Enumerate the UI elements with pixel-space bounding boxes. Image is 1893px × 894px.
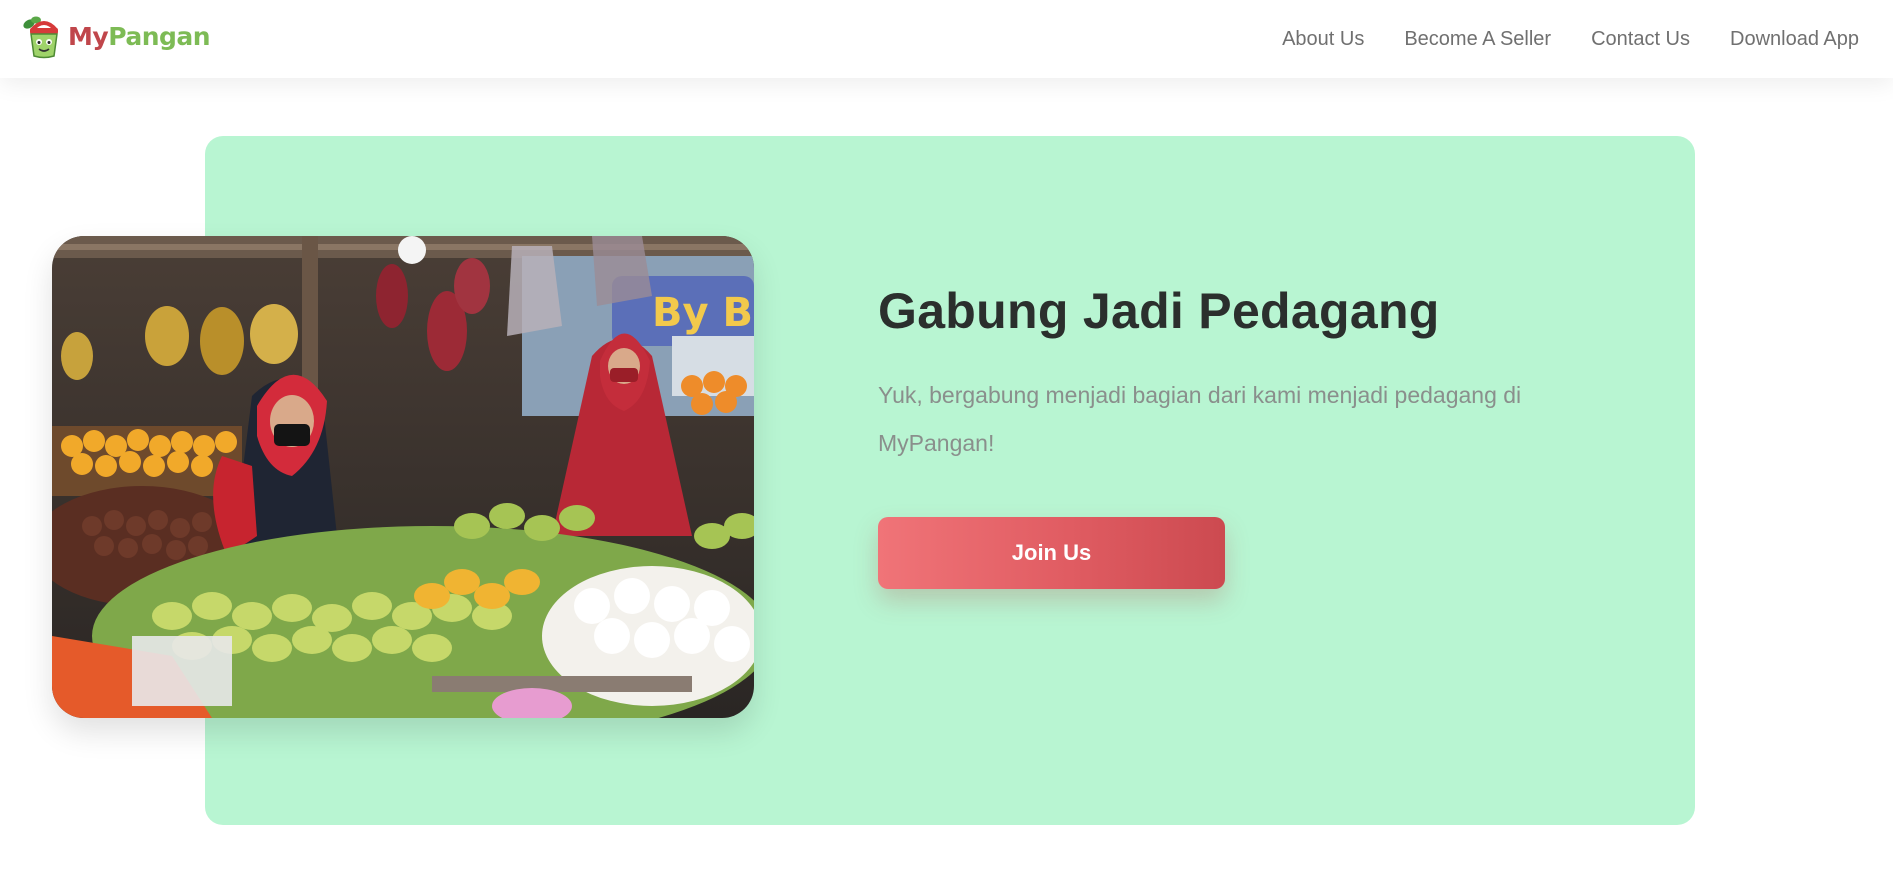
hero-title: Gabung Jadi Pedagang (878, 283, 1440, 339)
basket-mascot-icon (23, 16, 58, 59)
market-vendors-photo: By B (52, 236, 754, 718)
join-us-button[interactable]: Join Us (878, 517, 1225, 589)
navbar: MyPangan About Us Become A Seller Contac… (0, 0, 1893, 78)
hero-description: Yuk, bergabung menjadi bagian dari kami … (878, 382, 1522, 456)
nav-become-a-seller[interactable]: Become A Seller (1404, 28, 1551, 51)
brand-name: MyPangan (68, 14, 211, 60)
main-nav: About Us Become A Seller Contact Us Down… (1242, 0, 1859, 78)
nav-download-app[interactable]: Download App (1730, 28, 1859, 51)
nav-about-us[interactable]: About Us (1282, 28, 1364, 51)
svg-text:By B: By B (652, 290, 753, 336)
brand-name-my: My (68, 22, 109, 51)
nav-contact-us[interactable]: Contact Us (1591, 28, 1690, 51)
brand-name-pangan: Pangan (108, 22, 211, 51)
brand-logo[interactable]: MyPangan (22, 14, 211, 60)
